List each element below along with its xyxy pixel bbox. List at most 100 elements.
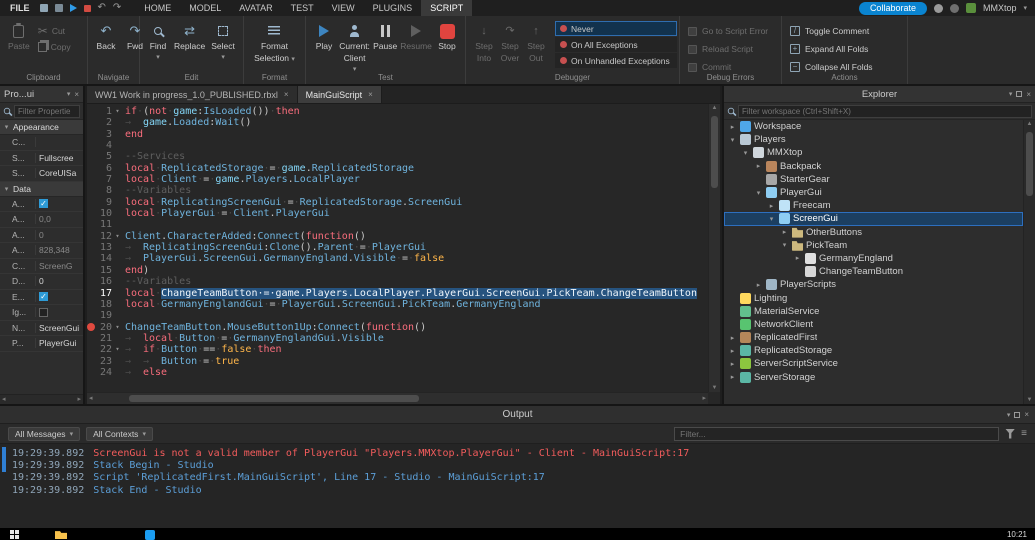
paste-button[interactable]: Paste (5, 21, 33, 53)
expand-arrow[interactable]: ▸ (754, 162, 763, 170)
code-text[interactable]: local·ChangeTeamButton·=·game.Players.Lo… (123, 287, 697, 299)
property-value[interactable] (36, 307, 83, 317)
menu-tab-avatar[interactable]: AVATAR (230, 0, 281, 16)
exception-option[interactable]: On All Exceptions (555, 37, 677, 52)
gutter[interactable]: 22 ▾ (87, 344, 123, 355)
editor-hscrollbar[interactable]: ◂ ▸ (87, 392, 708, 404)
property-value[interactable]: ✓ (36, 199, 83, 209)
output-close-icon[interactable]: × (1024, 410, 1029, 419)
code-text[interactable]: end) (123, 265, 149, 276)
expand-arrow[interactable]: ▸ (754, 281, 763, 289)
gutter[interactable]: 7 (87, 174, 123, 185)
gutter[interactable]: 3 (87, 129, 123, 140)
output-menu-chevron-icon[interactable]: ▾ (1007, 411, 1011, 419)
tab-close-icon[interactable]: × (284, 90, 289, 99)
code-text[interactable]: → ReplicatingScreenGui:Clone().Parent·=·P… (123, 242, 426, 253)
code-text[interactable]: → local·Button·=·GermanyEnglandGui.Visibl… (123, 333, 384, 344)
property-value[interactable]: PlayerGui (36, 338, 83, 348)
property-value[interactable]: 0,0 (36, 214, 83, 224)
menu-tab-view[interactable]: VIEW (323, 0, 364, 16)
section-header-appearance[interactable]: ▾ Appearance (0, 120, 83, 135)
file-menu-button[interactable]: FILE (0, 0, 40, 16)
back-button[interactable]: ↶ Back (93, 21, 119, 53)
undo-icon[interactable]: ↶ (98, 3, 106, 13)
property-value[interactable]: 0 (36, 230, 83, 240)
scroll-down-icon[interactable]: ▼ (1024, 397, 1035, 403)
output-log[interactable]: 19:29:39.892 ScreenGui is not a valid mem… (0, 444, 1035, 497)
section-header-data[interactable]: ▾ Data (0, 181, 83, 197)
property-row[interactable]: Ig... (0, 305, 83, 321)
step-button[interactable]: ↷ Step Over (497, 21, 523, 65)
tree-item-playergui[interactable]: ▾ PlayerGui (724, 186, 1023, 199)
editor-tab[interactable]: MainGuiScript × (297, 86, 382, 103)
tree-item-changeteambutton[interactable]: ChangeTeamButton (724, 265, 1023, 278)
exception-option[interactable]: Never (555, 21, 677, 36)
code-text[interactable]: --Variables (123, 185, 191, 196)
action-button[interactable]: + Expand All Folds (787, 41, 902, 57)
code-area[interactable]: 1 ▾ if·(not·game:IsLoaded())·then 2 → game.Lo… (87, 104, 708, 392)
gutter[interactable]: 5 (87, 151, 123, 162)
fold-arrow[interactable]: ▾ (112, 344, 123, 355)
gutter[interactable]: 1 ▾ (87, 106, 123, 117)
contexts-filter-dropdown[interactable]: All Contexts ▾ (86, 426, 153, 441)
scroll-up-icon[interactable]: ▲ (1024, 121, 1035, 127)
code-text[interactable]: local·GermanyEnglandGui·=·PlayerGui.Scre… (123, 299, 541, 310)
editor-vscrollbar[interactable]: ▲ ▼ (708, 104, 720, 392)
scroll-right-icon[interactable]: ▸ (77, 395, 81, 404)
step-button[interactable]: ↓ Step Into (471, 21, 497, 65)
fold-arrow[interactable]: ▾ (112, 106, 123, 117)
code-text[interactable] (123, 140, 125, 151)
code-text[interactable]: → game.Loaded:Wait() (123, 117, 251, 128)
output-float-icon[interactable] (1014, 411, 1021, 418)
property-row[interactable]: S... Fullscree (0, 151, 83, 166)
notifications-icon[interactable] (949, 3, 959, 13)
code-text[interactable]: --Services (123, 151, 185, 162)
code-text[interactable] (123, 310, 125, 321)
tree-item-replicatedfirst[interactable]: ▸ ReplicatedFirst (724, 331, 1023, 344)
debug-error-button[interactable]: Go to Script Error (685, 23, 776, 39)
roblox-studio-taskbar-icon[interactable] (145, 530, 155, 540)
save-icon[interactable] (39, 4, 48, 12)
scroll-left-icon[interactable]: ◂ (89, 394, 93, 402)
cut-button[interactable]: ✂ Cut (36, 24, 73, 38)
stop-quick-icon[interactable] (83, 4, 91, 12)
filter-funnel-icon[interactable] (1005, 428, 1016, 439)
property-row[interactable]: C... (0, 135, 83, 151)
gutter[interactable]: 19 (87, 310, 123, 321)
expand-arrow[interactable]: ▸ (728, 373, 737, 381)
property-row[interactable]: A... 0,0 (0, 212, 83, 228)
tree-item-backpack[interactable]: ▸ Backpack (724, 160, 1023, 173)
tree-item-replicatedstorage[interactable]: ▸ ReplicatedStorage (724, 344, 1023, 357)
gutter[interactable]: 4 (87, 140, 123, 151)
properties-menu-chevron-icon[interactable]: ▾ (67, 90, 71, 98)
property-value[interactable]: ✓ (36, 292, 83, 302)
code-text[interactable]: end (123, 129, 143, 140)
resume-button[interactable]: Resume (400, 21, 432, 53)
select-button[interactable]: Select ▾ (208, 21, 238, 63)
tree-item-screengui[interactable]: ▾ ScreenGui (724, 212, 1023, 226)
vscroll-thumb[interactable] (711, 116, 718, 188)
copy-button[interactable]: Copy (36, 41, 73, 53)
property-value[interactable]: CoreUISa (36, 168, 83, 178)
play-quick-icon[interactable] (69, 4, 77, 12)
live-collaborators-icon[interactable] (933, 3, 943, 13)
property-row[interactable]: A... ✓ (0, 197, 83, 212)
debug-error-button[interactable]: Reload Script (685, 41, 776, 57)
username[interactable]: MMXtop (983, 3, 1017, 13)
checkbox[interactable] (39, 307, 48, 317)
step-button[interactable]: ↑ Step Out (523, 21, 549, 65)
gutter[interactable]: 12 ▾ (87, 231, 123, 242)
scroll-left-icon[interactable]: ◂ (2, 395, 6, 404)
stop-button[interactable]: Stop (434, 21, 460, 53)
code-text[interactable]: local·ReplicatedStorage·=·game.Replicate… (123, 163, 414, 174)
explorer-float-icon[interactable] (1016, 91, 1023, 97)
menu-tab-plugins[interactable]: PLUGINS (364, 0, 422, 16)
tree-item-workspace[interactable]: ▸ Workspace (724, 120, 1023, 133)
redo-icon[interactable]: ↷ (113, 3, 121, 13)
code-text[interactable]: if·(not·game:IsLoaded())·then (123, 106, 300, 117)
gutter[interactable]: 20 ▾ (87, 322, 123, 333)
expand-arrow[interactable]: ▾ (754, 189, 763, 197)
code-text[interactable]: → → Button·=·true (123, 356, 239, 367)
gutter[interactable]: 17 (87, 288, 123, 299)
explorer-vscrollbar[interactable]: ▲ ▼ (1023, 120, 1035, 404)
